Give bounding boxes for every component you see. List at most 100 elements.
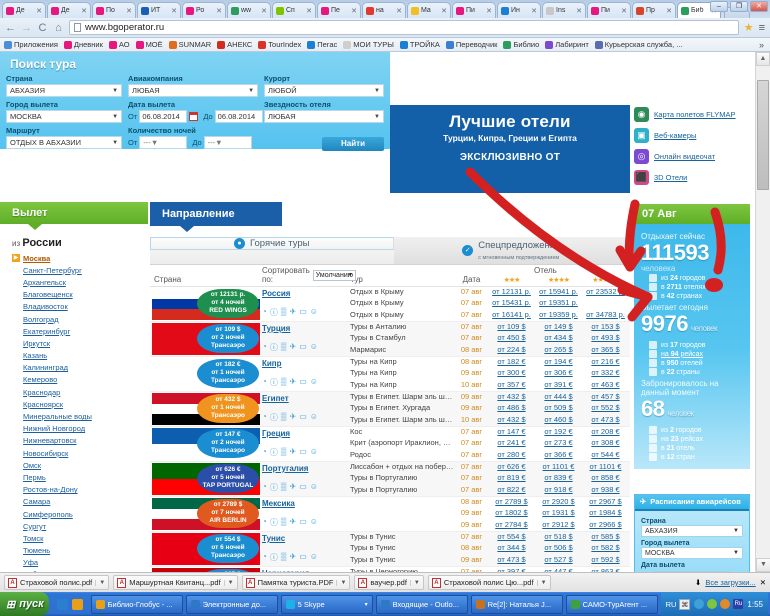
price-link[interactable]: от 554 $ [488,532,535,543]
language-indicator[interactable]: RU ⌘ [666,598,691,610]
chart-icon[interactable]: ▒ [281,377,287,388]
bookmark-item[interactable]: АО [108,40,130,49]
comment-icon[interactable]: ▭ [299,517,307,528]
price-link[interactable]: от 344 $ [488,543,535,554]
sidebar-city-Сургут[interactable]: Сургут [12,520,148,532]
price-link[interactable]: от 397 € [488,567,535,572]
sidebar-city-Новосибирск[interactable]: Новосибирск [12,447,148,459]
table-row[interactable]: от 2789 $ от 7 ночей AIR BERLIN Мексика ◔ ⓘ ▒ ✈… [150,497,630,532]
price-link[interactable]: от 863 € [582,567,629,572]
price-link[interactable]: от 2920 $ [535,497,582,508]
punto-icon[interactable]: Ru [733,599,744,609]
clock-icon[interactable]: ◔ [262,447,267,458]
date-to-input[interactable]: 06.08.2014 [214,110,263,123]
address-bar[interactable]: www.bgoperator.ru [69,20,739,35]
table-row[interactable]: от 432 $ от 1 ночей Трансаэро Египет ◔ ⓘ ▒ ✈ ▭ ☺ Т… [150,392,630,427]
price-link[interactable]: от 552 $ [582,403,629,414]
price-link[interactable]: от 23532 р. [582,287,629,298]
browser-tab[interactable]: Де ✕ [2,2,46,18]
person-icon[interactable]: ☺ [310,307,318,318]
price-link[interactable]: от 2912 $ [535,520,582,531]
price-link[interactable]: от 265 $ [535,345,582,356]
table-row[interactable]: от 554 $ от 6 ночей Трансаэро Тунис ◔ ⓘ ▒ ✈ ▭ ☺ Ту… [150,532,630,567]
price-link[interactable]: от 2967 $ [582,497,629,508]
chart-icon[interactable]: ▒ [281,412,287,423]
plane-icon[interactable]: ✈ [290,482,297,493]
info-icon[interactable]: ⓘ [270,517,278,528]
price-link[interactable]: от 822 € [488,485,535,496]
price-link[interactable]: от 366 € [535,450,582,461]
tab-close-icon[interactable]: ✕ [216,7,222,15]
comment-icon[interactable]: ▭ [299,447,307,458]
sidebar-city-Пермь[interactable]: Пермь [12,471,148,483]
price-link[interactable]: от 473 $ [488,555,535,566]
download-item[interactable]: A Памятка туриста.PDF ▼ [241,575,351,590]
tour-tab-special[interactable]: ✓ Спецпредложения с мгновенным подтвержден… [393,237,630,264]
antivirus-icon[interactable] [720,599,731,609]
price-link[interactable]: от 34783 р. [582,310,629,321]
bookmark-star-icon[interactable]: ★ [744,21,754,34]
price-link[interactable]: от 208 € [582,427,629,438]
taskbar-window[interactable]: Входящие - Outlo... [375,594,468,614]
nights-from-select[interactable]: --- ▼ [139,136,188,149]
price-link[interactable]: от 15941 р. [535,287,582,298]
person-icon[interactable]: ☺ [310,342,318,353]
plane-icon[interactable]: ✈ [290,377,297,388]
browser-tab[interactable]: Ins ✕ [542,2,586,18]
browser-tab[interactable]: Пр ✕ [632,2,676,18]
sidebar-city-Нижневартовск[interactable]: Нижневартовск [12,435,148,447]
price-link[interactable]: от 1101 € [582,462,629,473]
tab-close-icon[interactable]: ✕ [621,7,627,15]
comment-icon[interactable]: ▭ [299,552,307,563]
schedule-date-from[interactable]: 06.08.2014 [653,571,731,572]
info-icon[interactable]: ⓘ [270,552,278,563]
browser-tab[interactable]: Пи ✕ [452,2,496,18]
price-link[interactable]: от 518 $ [535,532,582,543]
home-icon[interactable]: ⌂ [53,22,64,34]
table-row[interactable]: от 12131 р. от 4 ночей RED WINGS Россия ◔ ⓘ ▒ ✈… [150,287,630,322]
table-row[interactable]: от 147 € от 2 ночей Трансаэро Греция ◔ ⓘ ▒ ✈ ▭ ☺ К… [150,427,630,462]
sidebar-city-Волгоград[interactable]: Волгоград [12,313,148,325]
date-from-input[interactable]: 06.08.2014 [139,110,188,123]
tab-close-icon[interactable]: ✕ [171,7,177,15]
price-link[interactable]: от 527 $ [535,555,582,566]
country-name-link[interactable]: Россия [262,289,350,298]
chart-icon[interactable]: ▒ [281,517,287,528]
chart-icon[interactable]: ▒ [281,342,287,353]
country-name-link[interactable]: Турция [262,324,350,333]
tab-close-icon[interactable]: ✕ [486,7,492,15]
price-link[interactable]: от 357 € [488,380,535,391]
price-link[interactable]: от 182 € [488,357,535,368]
price-link[interactable]: от 19351 р. [535,298,582,309]
browser-tab[interactable]: ww ✕ [227,2,271,18]
maximize-button[interactable]: ❐ [730,1,748,12]
tab-close-icon[interactable]: ✕ [261,7,267,15]
browser-tab[interactable]: Сп ✕ [272,2,316,18]
price-link[interactable]: от 280 € [488,450,535,461]
plane-icon[interactable]: ✈ [290,447,297,458]
table-row[interactable]: от 626 € от 5 ночей TAP PORTUGAL Португалия… [150,462,630,497]
comment-icon[interactable]: ▭ [299,377,307,388]
price-link[interactable]: от 585 $ [582,532,629,543]
close-button[interactable]: ✕ [750,1,768,12]
price-link[interactable]: от 582 $ [582,543,629,554]
price-link[interactable]: от 153 $ [582,322,629,333]
service-link[interactable]: ◉ Карта полетов FLYMAP [634,104,754,125]
price-link[interactable] [582,298,629,309]
country-name-link[interactable]: Тунис [262,534,350,543]
tab-close-icon[interactable]: ✕ [351,7,357,15]
info-icon[interactable]: ⓘ [270,307,278,318]
start-button[interactable]: ⊞ пуск [0,592,49,616]
plane-icon[interactable]: ✈ [290,307,297,318]
scroll-thumb[interactable] [757,80,769,190]
sidebar-city-Архангельск[interactable]: Архангельск [12,276,148,288]
find-button[interactable]: Найти [322,137,384,151]
person-icon[interactable]: ☺ [310,552,318,563]
table-row[interactable]: от 109 $ от 2 ночей Трансаэро Турция ◔ ⓘ ▒ ✈ ▭ ☺ Т… [150,322,630,357]
tab-close-icon[interactable]: ✕ [396,7,402,15]
sidebar-city-Красноярск[interactable]: Красноярск [12,398,148,410]
taskbar-window[interactable]: Re[2]: Наталья J... [470,594,563,614]
sidebar-city-Санкт-Петербург[interactable]: Санкт-Петербург [12,264,148,276]
schedule-city-select[interactable]: МОСКВА ▼ [641,547,743,559]
bookmarks-overflow-button[interactable]: » [759,40,766,50]
